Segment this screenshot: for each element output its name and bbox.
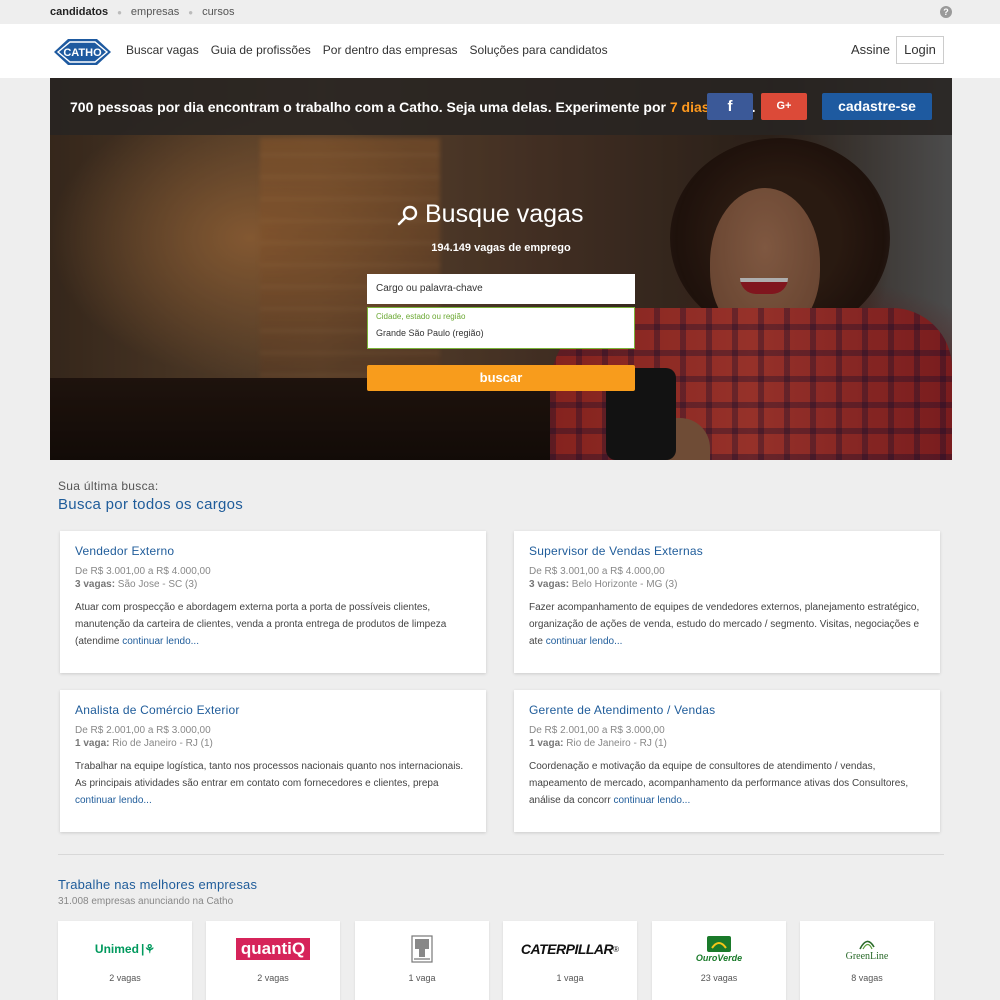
job-location: 1 vaga: Rio de Janeiro - RJ (1) bbox=[529, 738, 667, 749]
audience-links: candidatos ● empresas ● cursos bbox=[50, 6, 234, 18]
job-salary: De R$ 2.001,00 a R$ 3.000,00 bbox=[75, 725, 211, 736]
separator-dot: ● bbox=[188, 7, 194, 17]
vacancy-count: 194.149 vagas de emprego bbox=[431, 242, 571, 254]
keyword-input[interactable]: Cargo ou palavra-chave bbox=[367, 274, 635, 304]
company-card-unnamed[interactable]: 1 vaga bbox=[355, 921, 489, 1000]
job-description: Coordenação e motivação da equipe de con… bbox=[529, 761, 909, 806]
job-title[interactable]: Analista de Comércio Exterior bbox=[75, 703, 471, 717]
continue-reading-link[interactable]: continuar lendo... bbox=[546, 636, 623, 647]
company-card-caterpillar[interactable]: CATERPILLAR ® 1 vaga bbox=[503, 921, 637, 1000]
hero-overlay bbox=[50, 78, 952, 460]
job-location: 3 vagas: São Jose - SC (3) bbox=[75, 579, 198, 590]
companies-subtitle: 31.008 empresas anunciando na Catho bbox=[58, 896, 234, 907]
nav-solucoes-candidatos[interactable]: Soluções para candidatos bbox=[470, 43, 608, 57]
quantiq-logo: quantiQ bbox=[206, 929, 340, 969]
company-card-unimed[interactable]: Unimed |⚘ 2 vagas bbox=[58, 921, 192, 1000]
facebook-button[interactable]: f bbox=[707, 93, 753, 120]
buscar-button[interactable]: buscar bbox=[367, 365, 635, 391]
location-input[interactable]: Cidade, estado ou região Grande São Paul… bbox=[367, 307, 635, 349]
job-salary: De R$ 3.001,00 a R$ 4.000,00 bbox=[75, 566, 211, 577]
job-card[interactable]: Gerente de Atendimento / Vendas De R$ 2.… bbox=[514, 690, 940, 832]
company-vacancies: 8 vagas bbox=[851, 973, 883, 983]
google-plus-button[interactable]: G+ bbox=[761, 93, 807, 120]
job-card[interactable]: Analista de Comércio Exterior De R$ 2.00… bbox=[60, 690, 486, 832]
job-salary: De R$ 3.001,00 a R$ 4.000,00 bbox=[529, 566, 665, 577]
company-emblem-logo bbox=[355, 929, 489, 969]
top-bar: candidatos ● empresas ● cursos ? bbox=[0, 0, 1000, 24]
continue-reading-link[interactable]: continuar lendo... bbox=[75, 795, 152, 806]
search-title: Busque vagas bbox=[397, 200, 627, 229]
login-button[interactable]: Login bbox=[896, 36, 944, 64]
help-icon[interactable]: ? bbox=[940, 6, 952, 18]
link-candidatos[interactable]: candidatos bbox=[50, 6, 108, 18]
job-description: Atuar com prospecção e abordagem externa… bbox=[75, 602, 447, 647]
nav-por-dentro-empresas[interactable]: Por dentro das empresas bbox=[323, 43, 458, 57]
location-input-label: Cidade, estado ou região bbox=[376, 312, 466, 321]
unimed-logo: Unimed |⚘ bbox=[94, 942, 156, 956]
continue-reading-link[interactable]: continuar lendo... bbox=[614, 795, 691, 806]
job-location: 1 vaga: Rio de Janeiro - RJ (1) bbox=[75, 738, 213, 749]
job-salary: De R$ 2.001,00 a R$ 3.000,00 bbox=[529, 725, 665, 736]
job-card[interactable]: Vendedor Externo De R$ 3.001,00 a R$ 4.0… bbox=[60, 531, 486, 673]
continue-reading-link[interactable]: continuar lendo... bbox=[122, 636, 199, 647]
company-vacancies: 2 vagas bbox=[257, 973, 289, 983]
company-vacancies: 23 vagas bbox=[700, 973, 738, 983]
last-search-title[interactable]: Busca por todos os cargos bbox=[58, 496, 243, 513]
logo-text: CATHO bbox=[63, 47, 102, 59]
job-location: 3 vagas: Belo Horizonte - MG (3) bbox=[529, 579, 678, 590]
company-card-ouroverde[interactable]: OuroVerde 23 vagas bbox=[652, 921, 786, 1000]
company-card-quantiq[interactable]: quantiQ 2 vagas bbox=[206, 921, 340, 1000]
cadastre-se-button[interactable]: cadastre-se bbox=[822, 93, 932, 120]
company-vacancies: 2 vagas bbox=[109, 973, 141, 983]
company-vacancies: 1 vaga bbox=[556, 973, 584, 983]
last-search-label: Sua última busca: bbox=[58, 479, 159, 493]
promo-text: 700 pessoas por dia encontram o trabalho… bbox=[70, 99, 756, 115]
site-header: CATHO Buscar vagas Guia de profissões Po… bbox=[0, 24, 1000, 78]
link-cursos[interactable]: cursos bbox=[202, 6, 234, 18]
separator-dot: ● bbox=[117, 7, 122, 17]
hero-banner: 700 pessoas por dia encontram o trabalho… bbox=[50, 78, 952, 460]
location-input-value: Grande São Paulo (região) bbox=[376, 328, 484, 338]
main-nav: Buscar vagas Guia de profissões Por dent… bbox=[126, 43, 620, 57]
nav-guia-profissoes[interactable]: Guia de profissões bbox=[211, 43, 311, 57]
link-empresas[interactable]: empresas bbox=[131, 6, 179, 18]
catho-logo[interactable]: CATHO bbox=[50, 37, 115, 67]
ouroverde-logo: OuroVerde bbox=[652, 929, 786, 969]
greenline-logo: GreenLine bbox=[800, 929, 934, 969]
promo-bar: 700 pessoas por dia encontram o trabalho… bbox=[50, 78, 952, 135]
company-card-greenline[interactable]: GreenLine 8 vagas bbox=[800, 921, 934, 1000]
caterpillar-logo: CATERPILLAR ® bbox=[520, 941, 620, 957]
job-title[interactable]: Supervisor de Vendas Externas bbox=[529, 544, 925, 558]
nav-buscar-vagas[interactable]: Buscar vagas bbox=[126, 43, 199, 57]
job-description: Fazer acompanhamento de equipes de vende… bbox=[529, 602, 920, 647]
job-title[interactable]: Vendedor Externo bbox=[75, 544, 471, 558]
job-card[interactable]: Supervisor de Vendas Externas De R$ 3.00… bbox=[514, 531, 940, 673]
companies-title: Trabalhe nas melhores empresas bbox=[58, 877, 258, 892]
job-description: Trabalhar na equipe logística, tanto nos… bbox=[75, 761, 464, 806]
section-divider bbox=[58, 854, 944, 855]
job-title[interactable]: Gerente de Atendimento / Vendas bbox=[529, 703, 925, 717]
company-vacancies: 1 vaga bbox=[408, 973, 436, 983]
assine-link[interactable]: Assine bbox=[851, 42, 890, 57]
search-icon bbox=[397, 205, 418, 225]
